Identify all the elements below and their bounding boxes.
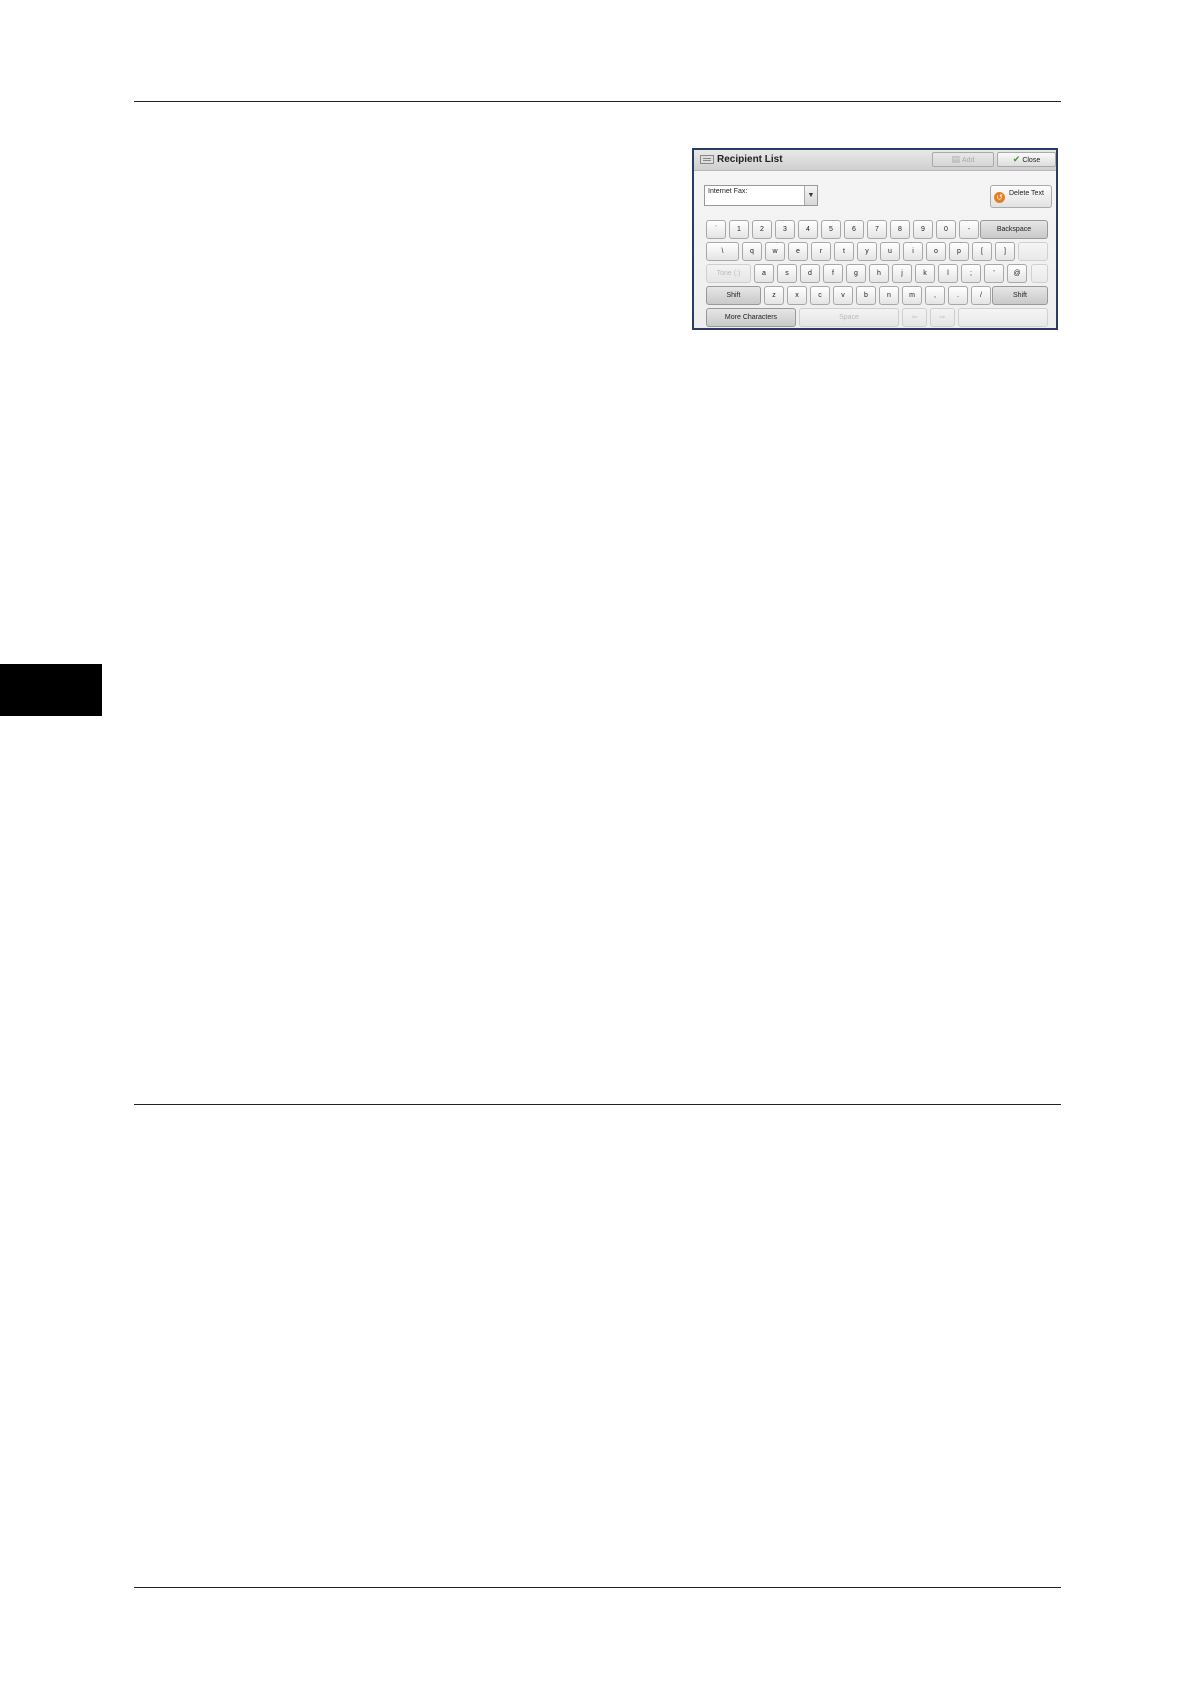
delete-text-label: Delete Text xyxy=(1009,190,1044,197)
key-y[interactable]: y xyxy=(857,242,877,261)
key-][interactable]: ] xyxy=(995,242,1015,261)
key-backslash[interactable]: \ xyxy=(706,242,739,261)
key-0[interactable]: z xyxy=(764,286,784,305)
blank-key[interactable] xyxy=(1018,242,1048,261)
key-j[interactable]: j xyxy=(892,264,912,283)
footer-rule xyxy=(134,1587,1061,1588)
title-bar: Recipient List ▤ Add ✔ Close xyxy=(694,150,1056,171)
space-key: Space xyxy=(799,308,899,327)
key-k[interactable]: k xyxy=(915,264,935,283)
checkmark-icon: ✔ xyxy=(1012,154,1021,164)
key-t[interactable]: t xyxy=(834,242,854,261)
key-i[interactable]: i xyxy=(903,242,923,261)
backspace-key[interactable]: Backspace xyxy=(980,220,1048,239)
key-8[interactable]: 8 xyxy=(890,220,910,239)
close-button[interactable]: ✔ Close xyxy=(997,152,1056,167)
add-button-label: Add xyxy=(962,157,975,164)
recipient-list-screen: Recipient List ▤ Add ✔ Close Internet Fax:… xyxy=(692,148,1058,330)
delete-text-button[interactable]: ↺ Delete Text xyxy=(990,185,1052,208)
key-4[interactable]: 4 xyxy=(798,220,818,239)
key-p[interactable]: p xyxy=(949,242,969,261)
close-button-label: Close xyxy=(1022,157,1041,164)
key-3[interactable]: 3 xyxy=(775,220,795,239)
key-'[interactable]: ' xyxy=(984,264,1004,283)
key-1[interactable]: x xyxy=(787,286,807,305)
key-5[interactable]: 5 xyxy=(821,220,841,239)
key-a[interactable]: a xyxy=(754,264,774,283)
key-0[interactable]: ` xyxy=(706,220,726,239)
chapter-tab-marker xyxy=(0,664,102,716)
shift-key-left[interactable]: Shift xyxy=(706,286,761,305)
key-2[interactable]: 2 xyxy=(752,220,772,239)
chevron-down-icon[interactable]: ▼ xyxy=(804,186,817,205)
key-r[interactable]: r xyxy=(811,242,831,261)
screen-title: Recipient List xyxy=(717,154,783,165)
section-rule xyxy=(134,1104,1061,1105)
key-11[interactable]: - xyxy=(959,220,979,239)
address-type-dropdown[interactable]: Internet Fax: ▼ xyxy=(704,185,818,206)
arrow-left-icon: ⇦ xyxy=(902,308,927,327)
address-book-icon: ▤ xyxy=(951,154,961,164)
key-@[interactable]: @ xyxy=(1007,264,1027,283)
key-e[interactable]: e xyxy=(788,242,808,261)
add-button[interactable]: ▤ Add xyxy=(932,152,994,167)
key-l[interactable]: l xyxy=(938,264,958,283)
key-;[interactable]: ; xyxy=(961,264,981,283)
key-8[interactable]: . xyxy=(948,286,968,305)
key-q[interactable]: q xyxy=(742,242,762,261)
blank-key[interactable] xyxy=(958,308,1048,327)
key-4[interactable]: b xyxy=(856,286,876,305)
key-5[interactable]: n xyxy=(879,286,899,305)
blank-key[interactable] xyxy=(1031,264,1048,283)
key-9[interactable]: 9 xyxy=(913,220,933,239)
key-[[interactable]: [ xyxy=(972,242,992,261)
undo-icon: ↺ xyxy=(994,192,1005,203)
more-characters-key[interactable]: More Characters xyxy=(706,308,796,327)
key-s[interactable]: s xyxy=(777,264,797,283)
key-9[interactable]: / xyxy=(971,286,991,305)
shift-key-right[interactable]: Shift xyxy=(992,286,1048,305)
tone-key: Tone (:) xyxy=(706,264,751,283)
key-g[interactable]: g xyxy=(846,264,866,283)
key-6[interactable]: 6 xyxy=(844,220,864,239)
key-o[interactable]: o xyxy=(926,242,946,261)
key-u[interactable]: u xyxy=(880,242,900,261)
key-7[interactable]: , xyxy=(925,286,945,305)
key-h[interactable]: h xyxy=(869,264,889,283)
key-2[interactable]: c xyxy=(810,286,830,305)
address-type-value: Internet Fax: xyxy=(708,188,748,195)
key-d[interactable]: d xyxy=(800,264,820,283)
header-rule xyxy=(134,101,1061,102)
key-6[interactable]: m xyxy=(902,286,922,305)
key-1[interactable]: 1 xyxy=(729,220,749,239)
key-w[interactable]: w xyxy=(765,242,785,261)
arrow-right-icon: ⇨ xyxy=(930,308,955,327)
keyboard-icon xyxy=(700,155,714,164)
key-3[interactable]: v xyxy=(833,286,853,305)
key-f[interactable]: f xyxy=(823,264,843,283)
key-10[interactable]: 0 xyxy=(936,220,956,239)
key-7[interactable]: 7 xyxy=(867,220,887,239)
